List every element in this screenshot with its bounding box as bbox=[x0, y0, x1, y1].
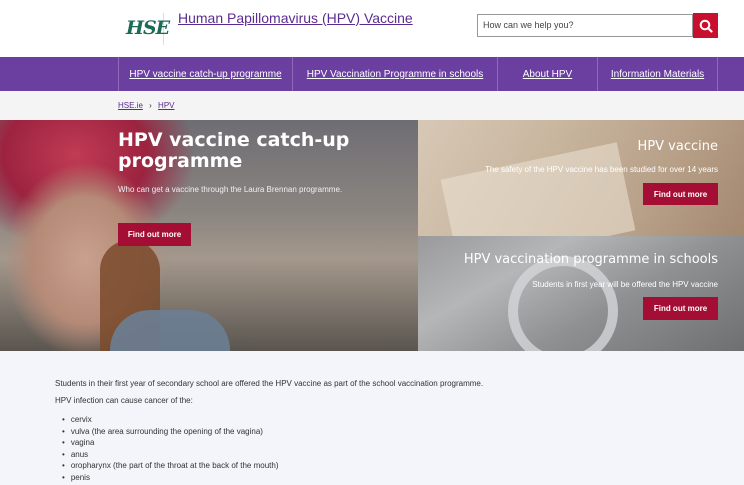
content-lead: HPV infection can cause cancer of the: bbox=[55, 396, 193, 405]
nav-item-info-materials[interactable]: Information Materials bbox=[598, 57, 718, 91]
cancer-list: cervix vulva (the area surrounding the o… bbox=[62, 414, 279, 483]
hero-bottom-title: HPV vaccination programme in schools bbox=[463, 252, 718, 267]
list-item: vagina bbox=[62, 437, 279, 449]
list-item: oropharynx (the part of the throat at th… bbox=[62, 460, 279, 472]
hero-bottom-find-out-more-button[interactable]: Find out more bbox=[643, 297, 718, 320]
breadcrumb-separator: › bbox=[149, 101, 152, 110]
hero-photo-scarf bbox=[110, 310, 230, 351]
hero-panel-hpv-vaccine: HPV vaccine The safety of the HPV vaccin… bbox=[418, 120, 744, 236]
breadcrumb: HSE.ie › HPV bbox=[0, 91, 744, 120]
hero-top-photo bbox=[440, 142, 636, 236]
list-item: anus bbox=[62, 449, 279, 461]
list-item: penis bbox=[62, 472, 279, 484]
hse-logo[interactable]: HSE bbox=[122, 13, 170, 45]
search-icon bbox=[699, 19, 713, 33]
main-content: Students in their first year of secondar… bbox=[0, 351, 744, 485]
hero-panel-schools: HPV vaccination programme in schools Stu… bbox=[418, 236, 744, 351]
hero-top-find-out-more-button[interactable]: Find out more bbox=[643, 183, 718, 205]
breadcrumb-hpv-link[interactable]: HPV bbox=[158, 101, 174, 110]
hero-bottom-subtitle: Students in first year will be offered t… bbox=[532, 280, 718, 289]
hero-top-title: HPV vaccine bbox=[637, 139, 718, 154]
site-header: HSE Human Papillomavirus (HPV) Vaccine H… bbox=[0, 0, 744, 57]
search-input[interactable]: How can we help you? bbox=[477, 14, 693, 37]
nav-item-schools[interactable]: HPV Vaccination Programme in schools bbox=[293, 57, 498, 91]
list-item: cervix bbox=[62, 414, 279, 426]
list-item: vulva (the area surrounding the opening … bbox=[62, 426, 279, 438]
search-button[interactable] bbox=[693, 13, 718, 38]
hero-main-title: HPV vaccine catch-up programme bbox=[118, 129, 350, 172]
hero-main-find-out-more-button[interactable]: Find out more bbox=[118, 223, 191, 246]
breadcrumb-hse-link[interactable]: HSE.ie bbox=[118, 101, 143, 110]
hse-logo-text: HSE bbox=[126, 17, 170, 39]
site-title-link[interactable]: Human Papillomavirus (HPV) Vaccine bbox=[178, 10, 413, 26]
main-nav: HPV vaccine catch-up programme HPV Vacci… bbox=[0, 57, 744, 91]
nav-item-catch-up[interactable]: HPV vaccine catch-up programme bbox=[118, 57, 293, 91]
hero-top-subtitle: The safety of the HPV vaccine has been s… bbox=[484, 165, 718, 174]
hero-bottom-photo bbox=[508, 256, 618, 351]
content-intro: Students in their first year of secondar… bbox=[55, 379, 484, 388]
hero-main-subtitle: Who can get a vaccine through the Laura … bbox=[118, 185, 343, 194]
nav-item-about[interactable]: About HPV bbox=[498, 57, 598, 91]
